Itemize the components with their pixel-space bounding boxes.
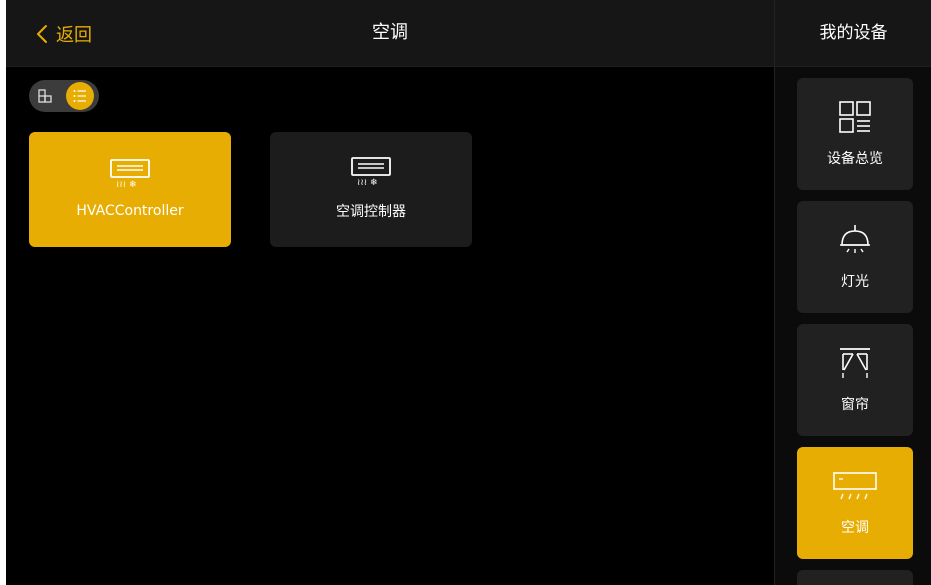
view-toggle[interactable]	[29, 80, 99, 112]
sidebar-item-label: 灯光	[841, 274, 869, 290]
list-icon	[73, 90, 86, 102]
curtain-icon	[840, 348, 870, 378]
sidebar-item-lights[interactable]: 灯光	[797, 201, 913, 313]
svg-text:≀≀≀ ❄: ≀≀≀ ❄	[357, 178, 378, 188]
top-header: 返回 空调	[6, 0, 774, 67]
air-conditioner-icon: ≀≀≀ ❄	[110, 158, 150, 190]
sidebar-item-more[interactable]	[797, 570, 913, 585]
grid-icon[interactable]	[37, 88, 53, 104]
sidebar-item-label: 设备总览	[827, 151, 883, 167]
air-conditioner-icon: ≀≀≀ ❄	[351, 156, 391, 188]
sidebar: 我的设备 设备总览 灯光 窗帘 空调	[774, 0, 931, 585]
sidebar-item-label: 空调	[841, 520, 869, 536]
lamp-icon	[840, 225, 870, 253]
screen: 返回 空调 ≀≀≀ ❄ HVACController ≀≀≀ ❄ 空调控制器 我…	[0, 0, 931, 585]
edge-strip	[0, 0, 6, 585]
sidebar-item-overview[interactable]: 设备总览	[797, 78, 913, 190]
grid-list-icon	[839, 101, 871, 133]
list-view-knob[interactable]	[66, 82, 94, 110]
svg-text:≀≀≀ ❄: ≀≀≀ ❄	[116, 180, 137, 190]
sidebar-item-label: 窗帘	[841, 397, 869, 413]
device-label: HVACController	[76, 202, 184, 219]
sidebar-item-air-conditioner[interactable]: 空调	[797, 447, 913, 559]
sidebar-title: 我的设备	[775, 0, 931, 67]
air-conditioner-icon	[833, 472, 877, 500]
device-card-ac-controller[interactable]: ≀≀≀ ❄ 空调控制器	[270, 132, 472, 247]
page-title: 空调	[372, 22, 408, 43]
sidebar-item-curtains[interactable]: 窗帘	[797, 324, 913, 436]
device-card-hvaccontroller[interactable]: ≀≀≀ ❄ HVACController	[29, 132, 231, 247]
device-label: 空调控制器	[336, 203, 406, 220]
